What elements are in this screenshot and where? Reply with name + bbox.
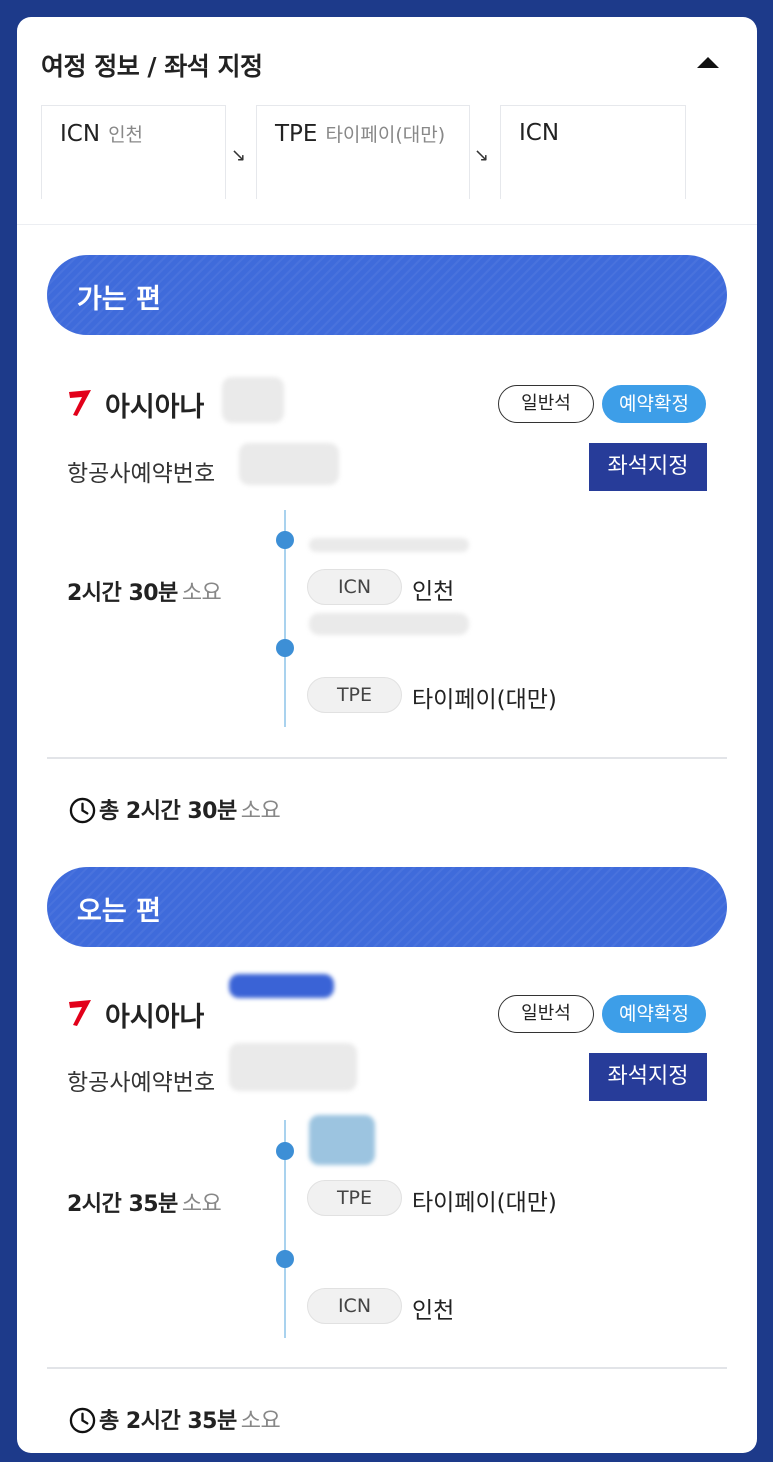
redacted-pnr <box>229 1043 357 1091</box>
seat-select-button[interactable]: 좌석지정 <box>589 443 707 491</box>
seat-class-badge: 일반석 <box>498 385 594 423</box>
pnr-label: 항공사예약번호 <box>67 461 216 487</box>
page-title: 여정 정보 / 좌석 지정 <box>41 52 263 81</box>
route-city: 인천 <box>108 124 144 146</box>
airport-name: 타이페이(대만) <box>412 687 557 713</box>
route-stop-1: ICN 인천 <box>41 105 226 199</box>
timeline-dot <box>276 639 294 657</box>
airport-code-pill: ICN <box>307 1288 402 1324</box>
itinerary-header[interactable]: 여정 정보 / 좌석 지정 <box>17 17 757 109</box>
airport-name: 인천 <box>412 1298 455 1324</box>
banner-label: 가는 편 <box>77 284 161 315</box>
redacted-arrival-time <box>309 613 469 635</box>
redacted-departure-time <box>309 1115 375 1165</box>
airline-name: 아시아나 <box>105 392 205 423</box>
airport-name: 타이페이(대만) <box>412 1190 557 1216</box>
pnr-label: 항공사예약번호 <box>67 1070 216 1096</box>
asiana-logo-icon <box>69 1000 91 1026</box>
total-suffix: 소요 <box>240 1409 281 1434</box>
status-badge: 예약확정 <box>602 385 706 423</box>
timeline-dot <box>276 1250 294 1268</box>
route-arrow-icon: ↘ <box>474 145 490 166</box>
route-summary: ICN 인천 ↘ TPE 타이페이(대만) ↘ ICN <box>17 105 757 225</box>
timeline-dot <box>276 1142 294 1160</box>
clock-icon <box>69 797 96 823</box>
route-stop-2: TPE 타이페이(대만) <box>256 105 470 199</box>
duration-suffix: 소요 <box>181 581 222 606</box>
inbound-section: 오는 편 아시아나 일반석 예약확정 항공사예약번호 좌석지정 2시간 35분 소… <box>17 867 757 1453</box>
caret-up-icon[interactable] <box>697 57 719 68</box>
route-city: 타이페이(대만) <box>325 124 446 146</box>
route-code: ICN <box>519 120 560 146</box>
flight-duration: 2시간 35분 소요 <box>67 1186 222 1218</box>
total-prefix: 총 <box>99 799 119 824</box>
inbound-banner: 오는 편 <box>47 867 727 947</box>
seat-class-badge: 일반석 <box>498 995 594 1033</box>
total-value: 2시간 35분 <box>125 1409 237 1434</box>
total-duration: 총 2시간 35분 소요 <box>69 1403 281 1435</box>
airport-code-pill: ICN <box>307 569 402 605</box>
total-duration: 총 2시간 30분 소요 <box>69 793 281 825</box>
airport-name: 인천 <box>412 579 455 605</box>
route-arrow-icon: ↘ <box>231 145 247 166</box>
route-code: ICN <box>60 121 101 147</box>
timeline-dot <box>276 531 294 549</box>
route-stop-3: ICN <box>500 105 686 199</box>
airline-name: 아시아나 <box>105 1002 205 1033</box>
itinerary-card: 여정 정보 / 좌석 지정 ICN 인천 ↘ TPE 타이페이(대만) ↘ ICN … <box>17 17 757 1453</box>
flight-duration: 2시간 30분 소요 <box>67 575 222 607</box>
clock-icon <box>69 1407 96 1433</box>
redacted-pnr <box>239 443 339 485</box>
outbound-banner: 가는 편 <box>47 255 727 335</box>
divider <box>47 1367 727 1369</box>
airport-code-pill: TPE <box>307 1180 402 1216</box>
total-suffix: 소요 <box>240 799 281 824</box>
divider <box>47 757 727 759</box>
banner-label: 오는 편 <box>77 896 161 927</box>
status-badge: 예약확정 <box>602 995 706 1033</box>
airport-code-pill: TPE <box>307 677 402 713</box>
duration-value: 2시간 30분 <box>67 581 178 606</box>
total-value: 2시간 30분 <box>125 799 237 824</box>
redacted-departure-time <box>309 538 469 552</box>
seat-select-button[interactable]: 좌석지정 <box>589 1053 707 1101</box>
duration-suffix: 소요 <box>181 1192 222 1217</box>
total-prefix: 총 <box>99 1409 119 1434</box>
redacted-flight-number <box>229 974 334 998</box>
outbound-section: 가는 편 아시아나 일반석 예약확정 항공사예약번호 좌석지정 2시간 30분 소… <box>17 255 757 855</box>
redacted-flight-number <box>222 377 284 423</box>
duration-value: 2시간 35분 <box>67 1192 178 1217</box>
asiana-logo-icon <box>69 390 91 416</box>
route-code: TPE <box>275 121 318 147</box>
